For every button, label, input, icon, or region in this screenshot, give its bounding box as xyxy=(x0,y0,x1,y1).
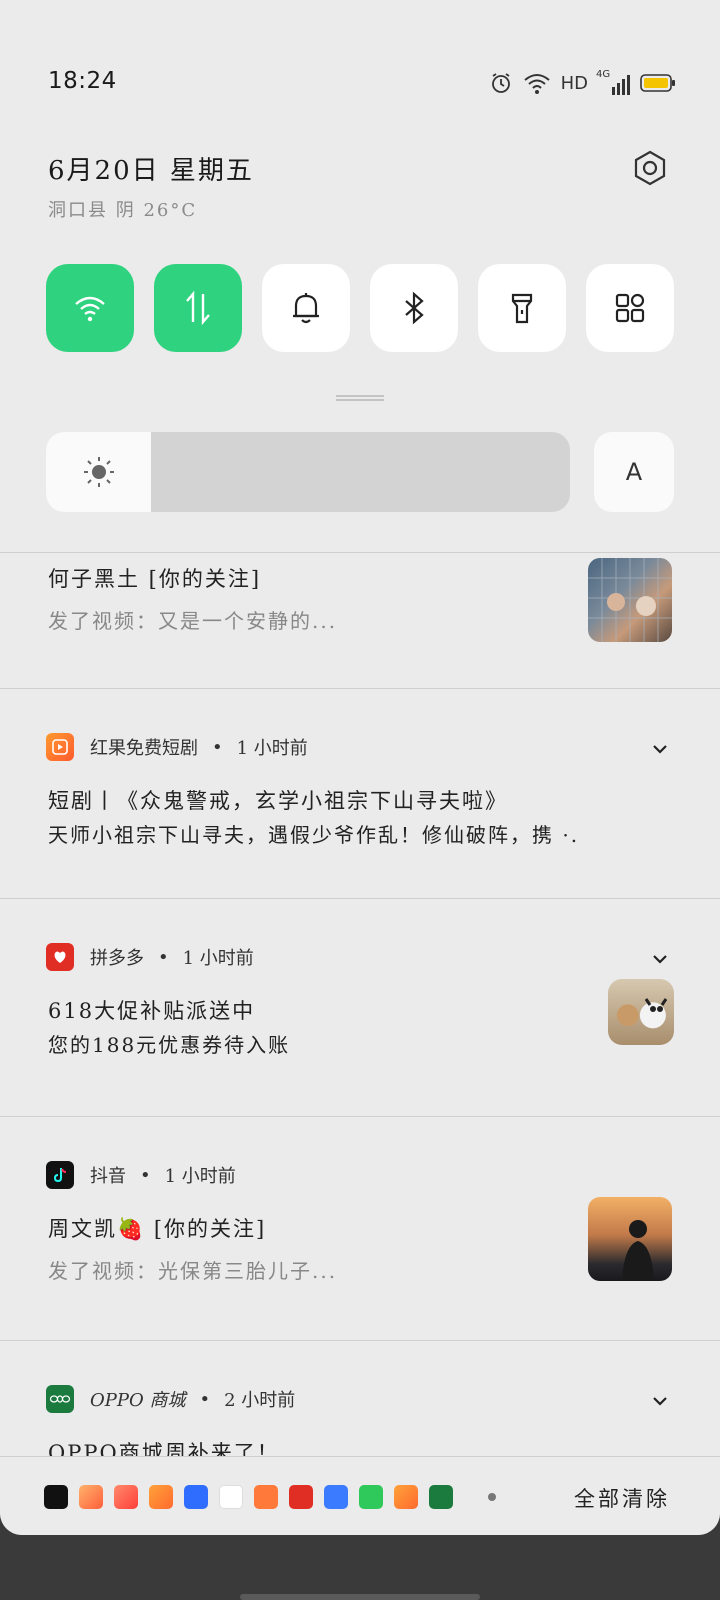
tile-edit[interactable] xyxy=(586,264,674,352)
cage-pattern xyxy=(588,558,672,642)
notification-title: 周文凯🍓 [你的关注] xyxy=(48,1217,267,1241)
douyin-icon[interactable] xyxy=(44,1485,68,1509)
wifi-icon xyxy=(75,296,105,322)
notification-body: 发了视频：又是一个安静的... xyxy=(48,609,338,633)
notification-title: OPPO商城周补来了！ xyxy=(48,1441,280,1456)
notification-body: 您的188元优惠券待入账 xyxy=(48,1033,291,1057)
map-icon[interactable] xyxy=(219,1485,243,1509)
brightness-fill xyxy=(46,432,151,512)
notification-thumbnail xyxy=(588,1197,672,1281)
oppo-store-icon[interactable] xyxy=(429,1485,453,1509)
separator-dot: • xyxy=(212,736,223,758)
alarm-icon xyxy=(489,71,513,95)
separator-dot: • xyxy=(140,1164,151,1186)
bluetooth-icon xyxy=(405,291,424,325)
more-dot-icon xyxy=(488,1493,496,1501)
pinduoduo-icon[interactable] xyxy=(289,1485,313,1509)
weather-label: 洞口县 阴 26°C xyxy=(48,200,198,221)
notification-time: 1 小时前 xyxy=(182,948,254,969)
date-label: 6月20日 星期五 xyxy=(48,156,254,186)
hongguo-2-icon[interactable] xyxy=(394,1485,418,1509)
quick-settings-tiles xyxy=(46,264,674,352)
grid-icon xyxy=(615,293,645,323)
drag-handle[interactable] xyxy=(336,395,384,401)
chevron-down-icon[interactable] xyxy=(648,737,672,761)
game-a-icon[interactable] xyxy=(79,1485,103,1509)
brightness-slider[interactable] xyxy=(46,432,570,512)
game-b-icon[interactable] xyxy=(114,1485,138,1509)
notification-footer: 全部清除 xyxy=(0,1456,720,1535)
notification-card[interactable]: 抖音 • 1 小时前 周文凯🍓 [你的关注] 发了视频：光保第三胎儿子... xyxy=(0,1116,720,1340)
oppo-store-app-icon xyxy=(46,1385,74,1413)
app-name: 红果免费短剧 xyxy=(90,738,198,759)
douyin-app-icon xyxy=(46,1161,74,1189)
sun-icon xyxy=(83,457,114,487)
collapsed-app-icons xyxy=(44,1485,496,1509)
status-icons: HD 4G xyxy=(489,68,676,98)
flashlight-icon xyxy=(511,293,533,324)
baidu-icon[interactable] xyxy=(184,1485,208,1509)
tile-flashlight[interactable] xyxy=(478,264,566,352)
separator-dot: • xyxy=(158,946,169,968)
tile-mobile-data[interactable] xyxy=(154,264,242,352)
network-type: 4G xyxy=(596,69,611,80)
notification-header: OPPO 商城 • 2 小时前 xyxy=(46,1385,295,1413)
notification-body: 天师小祖宗下山寻夫，遇假少爷作乱！修仙破阵，携 ·. xyxy=(48,823,580,847)
hongguo-icon[interactable] xyxy=(149,1485,173,1509)
hd-label: HD xyxy=(560,72,588,94)
notification-title: 短剧丨《众鬼警戒，玄学小祖宗下山寻夫啦》 xyxy=(48,789,508,813)
notification-title: 何子黑土 [你的关注] xyxy=(48,567,262,591)
auto-brightness-button[interactable]: A xyxy=(594,432,674,512)
settings-gear-icon xyxy=(634,150,666,186)
bell-icon xyxy=(293,293,319,324)
app-name: 抖音 xyxy=(90,1166,126,1187)
notification-header: 拼多多 • 1 小时前 xyxy=(46,943,254,971)
notification-shade: 18:24 HD 4G 6月20日 星期五 洞口县 阴 26°C A 何子黑土 … xyxy=(0,0,720,1535)
tile-sound[interactable] xyxy=(262,264,350,352)
app-name: 拼多多 xyxy=(90,948,144,969)
notification-header: 红果免费短剧 • 1 小时前 xyxy=(46,733,308,761)
hongguo-app-icon xyxy=(46,733,74,761)
separator-dot: • xyxy=(199,1388,211,1410)
tile-bluetooth[interactable] xyxy=(370,264,458,352)
notification-thumbnail xyxy=(588,558,672,642)
gesture-nav-handle[interactable] xyxy=(240,1594,480,1600)
chevron-down-icon[interactable] xyxy=(648,947,672,971)
data-arrows-icon xyxy=(186,290,210,326)
status-bar: 18:24 HD 4G xyxy=(0,0,720,160)
battery-icon xyxy=(640,73,676,93)
notification-body: 发了视频：光保第三胎儿子... xyxy=(48,1259,338,1283)
pinduoduo-app-icon xyxy=(46,943,74,971)
notification-time: 2 小时前 xyxy=(224,1390,296,1411)
settings-button[interactable] xyxy=(630,148,670,188)
notification-header: 抖音 • 1 小时前 xyxy=(46,1161,236,1189)
notification-title: 618大促补贴派送中 xyxy=(48,999,256,1023)
signal-icon: 4G xyxy=(596,69,630,95)
baidu-2-icon[interactable] xyxy=(324,1485,348,1509)
notification-card[interactable]: 何子黑土 [你的关注] 发了视频：又是一个安静的... xyxy=(0,552,720,688)
notification-time: 1 小时前 xyxy=(164,1166,236,1187)
clock: 18:24 xyxy=(48,68,117,94)
clear-all-button[interactable]: 全部清除 xyxy=(574,1483,670,1513)
notification-time: 1 小时前 xyxy=(236,738,308,759)
notification-list: 何子黑土 [你的关注] 发了视频：又是一个安静的... 红果免费短剧 • 1 小… xyxy=(0,552,720,1456)
notification-card[interactable]: 拼多多 • 1 小时前 618大促补贴派送中 您的188元优惠券待入账 xyxy=(0,898,720,1116)
wifi-icon xyxy=(523,71,551,95)
notification-card[interactable]: OPPO 商城 • 2 小时前 OPPO商城周补来了！ xyxy=(0,1340,720,1456)
notification-card[interactable]: 红果免费短剧 • 1 小时前 短剧丨《众鬼警戒，玄学小祖宗下山寻夫啦》 天师小祖… xyxy=(0,688,720,898)
tile-wifi[interactable] xyxy=(46,264,134,352)
green-app-icon[interactable] xyxy=(359,1485,383,1509)
app-name: OPPO 商城 xyxy=(90,1390,186,1411)
kids-app-icon[interactable] xyxy=(254,1485,278,1509)
chevron-down-icon[interactable] xyxy=(648,1389,672,1413)
notification-thumbnail xyxy=(608,979,674,1045)
